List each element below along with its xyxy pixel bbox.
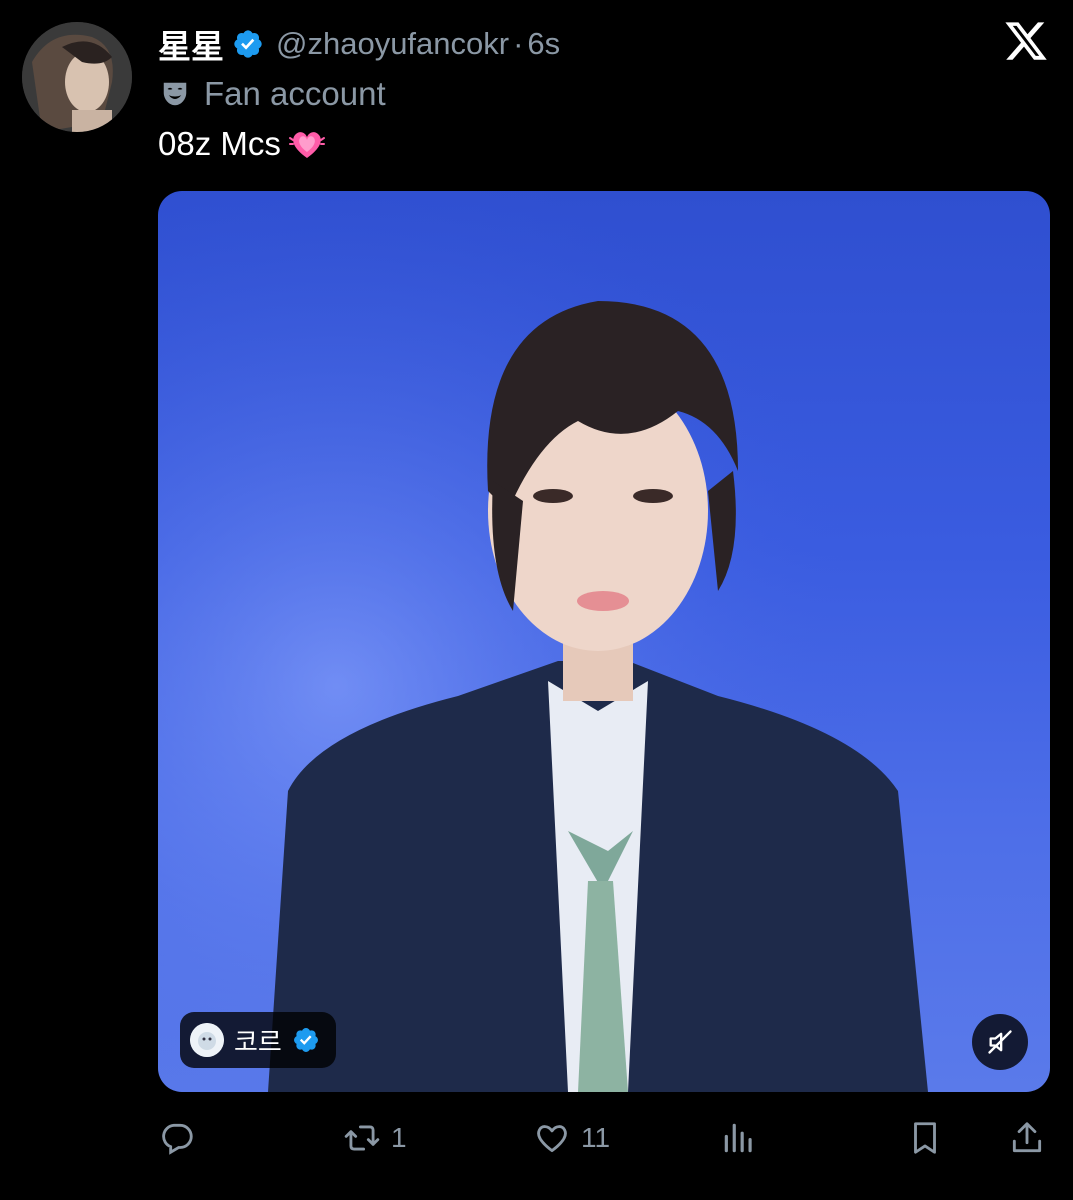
- like-count: 11: [581, 1122, 611, 1153]
- retweet-button[interactable]: 1: [343, 1110, 407, 1166]
- source-name: 코르: [234, 1026, 282, 1057]
- tweet-header: 星星 @zhaoyufancokr · 6s: [158, 22, 560, 66]
- like-button[interactable]: 11: [533, 1110, 610, 1166]
- timestamp[interactable]: 6s: [527, 26, 560, 62]
- retweet-count: 1: [391, 1122, 407, 1153]
- like-icon: [537, 1125, 567, 1153]
- theater-mask-icon: [163, 82, 187, 106]
- media-video[interactable]: 코르: [158, 191, 1050, 1092]
- tweet-body: 08z Mcs: [158, 125, 281, 162]
- share-icon: [1012, 1122, 1042, 1153]
- action-bar: 1 11: [158, 1110, 1050, 1166]
- account-label: Fan account: [160, 72, 386, 116]
- tweet-text: 08z Mcs: [158, 124, 327, 164]
- views-icon: [724, 1123, 752, 1153]
- display-name[interactable]: 星星: [158, 20, 224, 68]
- retweet-icon: [344, 1125, 380, 1151]
- bookmark-icon: [914, 1122, 936, 1154]
- growing-heart-emoji: [288, 132, 325, 158]
- separator-dot: ·: [513, 26, 524, 61]
- verified-badge-icon: [234, 30, 262, 58]
- avatar[interactable]: [22, 22, 132, 132]
- bookmark-button[interactable]: [906, 1110, 944, 1166]
- mute-icon: [988, 1030, 1012, 1054]
- mute-button[interactable]: [972, 1014, 1028, 1070]
- source-avatar: [190, 1023, 224, 1057]
- media-source-pill[interactable]: 코르: [180, 1012, 336, 1068]
- label-text: Fan account: [204, 75, 386, 112]
- verified-badge-icon: [293, 1028, 318, 1052]
- views-button[interactable]: [720, 1110, 758, 1166]
- x-logo-icon[interactable]: [1003, 18, 1049, 64]
- video-frame: [158, 191, 1050, 1092]
- reply-icon: [162, 1123, 193, 1155]
- reply-button[interactable]: [158, 1110, 206, 1166]
- share-button[interactable]: [1008, 1110, 1046, 1166]
- user-handle[interactable]: @zhaoyufancokr: [276, 26, 509, 62]
